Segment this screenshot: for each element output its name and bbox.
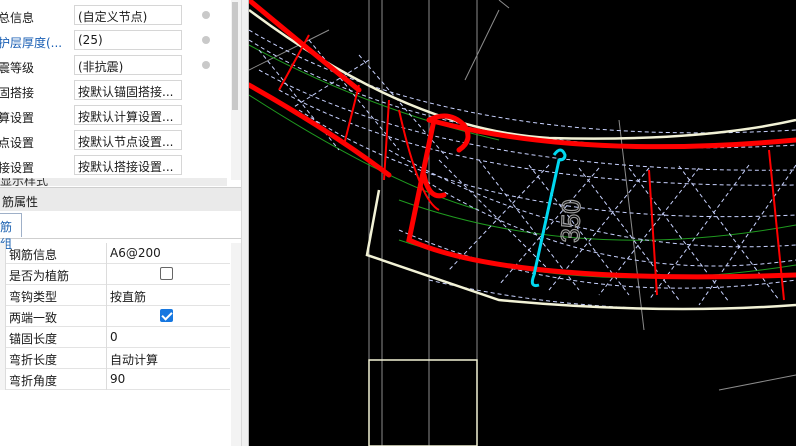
table-row[interactable]: 是否为植筋: [0, 264, 230, 285]
slab-outline: [249, 8, 796, 311]
prop-row-calc-settings[interactable]: 算设置 按默认计算设置...: [0, 105, 227, 127]
property-key: 弯折角度: [9, 374, 58, 388]
property-value[interactable]: 0: [110, 330, 118, 344]
prop-row-lap-settings[interactable]: 接设置 按默认搭接设置...: [0, 155, 227, 177]
property-value[interactable]: 自动计算: [110, 351, 158, 368]
prop-label-seismic-grade: 震等级: [0, 61, 35, 75]
prop-row-node-info[interactable]: 总信息 (自定义节点): [0, 5, 227, 27]
prop-value-anchorage[interactable]: 按默认锚固搭接...: [74, 80, 182, 100]
rebar-grid-scrollbar[interactable]: [231, 243, 241, 446]
rebar-properties-header: 筋属性: [0, 187, 241, 212]
properties-panel: 总信息 (自定义节点) 护层厚度(... (25) 震等级 (非抗震) 固搭接 …: [0, 0, 241, 446]
prop-label-cover-thickness: 护层厚度(...: [0, 36, 63, 50]
prop-value-node-info[interactable]: (自定义节点): [74, 5, 182, 25]
reset-dot-icon[interactable]: [202, 61, 210, 69]
rebar-properties-title: 筋属性: [2, 195, 39, 209]
both-ends-same-checkbox[interactable]: [160, 309, 173, 322]
table-row[interactable]: 弯折角度 90: [0, 369, 230, 390]
prop-row-anchorage[interactable]: 固搭接 按默认锚固搭接...: [0, 80, 227, 102]
property-key: 两端一致: [9, 311, 58, 325]
prop-row-seismic-grade[interactable]: 震等级 (非抗震): [0, 55, 227, 77]
node-properties-list: 总信息 (自定义节点) 护层厚度(... (25) 震等级 (非抗震) 固搭接 …: [0, 0, 227, 180]
table-row[interactable]: 两端一致: [0, 306, 230, 327]
prop-value-calc-settings[interactable]: 按默认计算设置...: [74, 105, 182, 125]
property-value[interactable]: 按直筋: [110, 288, 146, 305]
prop-label-anchorage: 固搭接: [0, 86, 35, 100]
property-key: 锚固长度: [9, 332, 58, 346]
property-key: 是否为植筋: [9, 269, 70, 283]
prop-label-lap-settings: 接设置: [0, 161, 35, 175]
table-row[interactable]: 弯折长度 自动计算: [0, 348, 230, 369]
rebar-drawing[interactable]: 350: [249, 0, 796, 446]
green-lines: [249, 44, 796, 279]
table-row[interactable]: 弯钩类型 按直筋: [0, 285, 230, 306]
planted-rebar-checkbox[interactable]: [160, 267, 173, 280]
prop-value-node-settings[interactable]: 按默认节点设置...: [74, 130, 182, 150]
table-row[interactable]: 锚固长度 0: [0, 327, 230, 348]
prop-label-node-info: 总信息: [0, 11, 35, 25]
reset-dot-icon[interactable]: [202, 36, 210, 44]
prop-value-seismic-grade[interactable]: (非抗震): [74, 55, 182, 75]
rebar-tabbar: 筋组: [0, 211, 241, 251]
property-value[interactable]: 90: [110, 372, 125, 386]
table-row[interactable]: 钢筋信息 A6@200: [0, 243, 230, 264]
prop-label-calc-settings: 算设置: [0, 111, 35, 125]
property-key: 弯钩类型: [9, 290, 58, 304]
prop-row-node-settings[interactable]: 点设置 按默认节点设置...: [0, 130, 227, 152]
prop-value-cover-thickness[interactable]: (25): [74, 30, 182, 50]
panel-splitter[interactable]: [241, 0, 249, 446]
prop-value-lap-settings[interactable]: 按默认搭接设置...: [74, 155, 182, 175]
main-rebar: [249, 0, 796, 280]
beam-outline: [368, 359, 478, 446]
reset-dot-icon[interactable]: [202, 11, 210, 19]
dimension-text: 350: [555, 199, 586, 243]
property-key: 弯折长度: [9, 353, 58, 367]
property-key: 钢筋信息: [9, 248, 58, 262]
top-panel-scrollbar[interactable]: [231, 0, 241, 180]
property-value[interactable]: A6@200: [110, 246, 161, 260]
drawing-canvas[interactable]: 350: [249, 0, 796, 446]
tab-rebar-group[interactable]: 筋组: [0, 213, 22, 251]
partial-hidden-row: 显示样式: [0, 178, 227, 186]
scrollbar-thumb[interactable]: [232, 2, 238, 110]
prop-label-node-settings: 点设置: [0, 136, 35, 150]
prop-row-cover-thickness[interactable]: 护层厚度(... (25): [0, 30, 227, 52]
